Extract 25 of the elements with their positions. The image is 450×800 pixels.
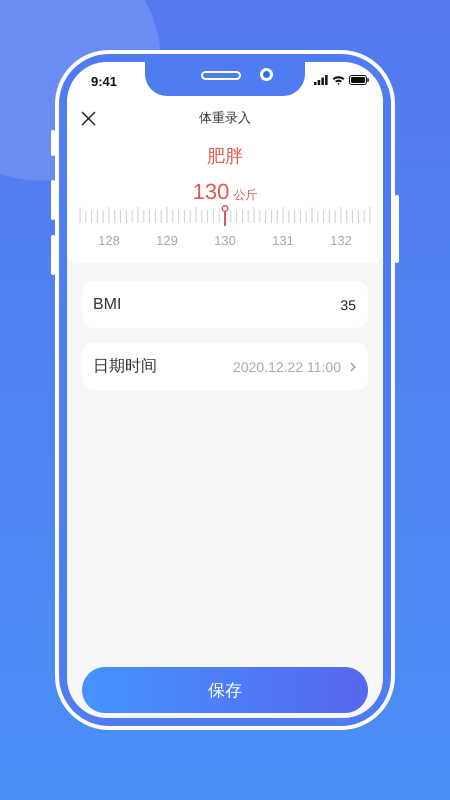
ruler-label: 128	[98, 233, 120, 248]
field-label: BMI	[93, 296, 122, 314]
form-row[interactable]: 日期时间 2020.12.22 11:00	[82, 343, 368, 390]
field-value: 2020.12.22 11:00	[233, 358, 341, 374]
save-button[interactable]: 保存	[82, 667, 368, 713]
weight-value: 130	[192, 179, 230, 205]
pointer-icon[interactable]	[221, 205, 229, 226]
battery-icon	[349, 75, 369, 85]
ruler-label: 131	[272, 233, 294, 248]
close-icon[interactable]	[81, 111, 96, 126]
status-time: 9:41	[91, 74, 118, 89]
field-label: 日期时间	[93, 356, 158, 377]
weight-unit: 公斤	[233, 187, 258, 204]
chevron-right-icon	[350, 362, 356, 372]
weight-category: 肥胖	[207, 145, 243, 168]
ruler-scale[interactable]: 128 129 130 131 132	[79, 205, 371, 251]
signal-icon	[314, 75, 328, 85]
field-value: 35	[340, 296, 356, 312]
ruler-label: 130	[214, 233, 236, 248]
speaker-icon	[201, 71, 241, 80]
camera-icon	[260, 68, 273, 81]
wifi-icon	[332, 75, 345, 85]
page-title: 体重录入	[199, 109, 251, 127]
ruler-label: 132	[330, 233, 352, 248]
ruler-label: 129	[156, 233, 178, 248]
